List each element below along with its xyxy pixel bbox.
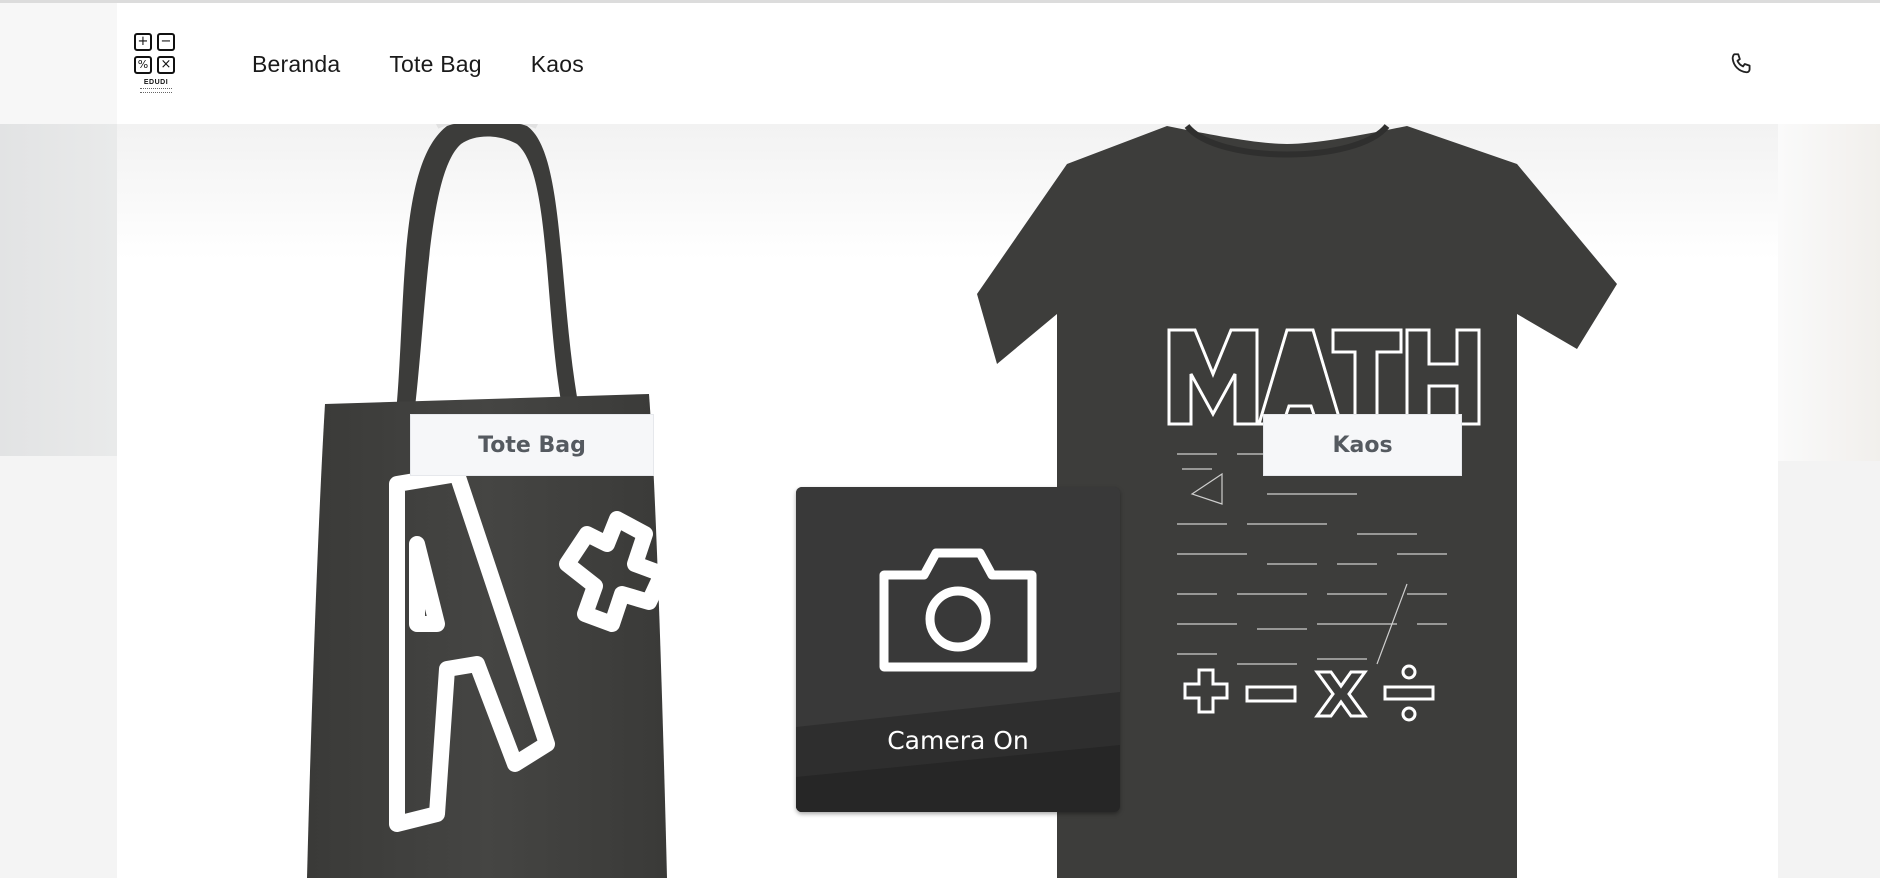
site-header: + − % × EDUDI Beranda Tote Bag Kaos bbox=[117, 3, 1778, 124]
hero-banner: Tote Bag Kaos Camera On bbox=[117, 124, 1778, 878]
right-background-lower bbox=[1778, 461, 1880, 878]
nav-link-kaos[interactable]: Kaos bbox=[531, 51, 584, 78]
left-background-lower bbox=[0, 456, 117, 878]
phone-icon[interactable] bbox=[1729, 51, 1755, 77]
kaos-category-label[interactable]: Kaos bbox=[1263, 414, 1462, 476]
tote-bag-image[interactable] bbox=[277, 124, 747, 878]
main-nav: Beranda Tote Bag Kaos bbox=[252, 51, 584, 78]
camera-widget[interactable]: Camera On bbox=[796, 487, 1120, 812]
tote-bag-category-label[interactable]: Tote Bag bbox=[410, 414, 654, 476]
nav-link-beranda[interactable]: Beranda bbox=[252, 51, 340, 78]
nav-link-tote-bag[interactable]: Tote Bag bbox=[389, 51, 481, 78]
times-symbol: × bbox=[157, 56, 175, 74]
navbar-right-margin bbox=[1778, 3, 1880, 124]
camera-status-label: Camera On bbox=[887, 726, 1029, 755]
site-logo[interactable]: + − % × EDUDI bbox=[134, 33, 178, 95]
logo-tagline-decoration bbox=[140, 88, 172, 93]
percent-symbol: % bbox=[134, 56, 152, 74]
plus-symbol: + bbox=[134, 33, 152, 51]
logo-brand-text: EDUDI bbox=[143, 79, 169, 86]
left-background bbox=[0, 124, 117, 456]
camera-icon bbox=[879, 548, 1037, 672]
navbar-left-margin bbox=[0, 3, 117, 124]
minus-symbol: − bbox=[157, 33, 175, 51]
right-background bbox=[1778, 124, 1880, 461]
